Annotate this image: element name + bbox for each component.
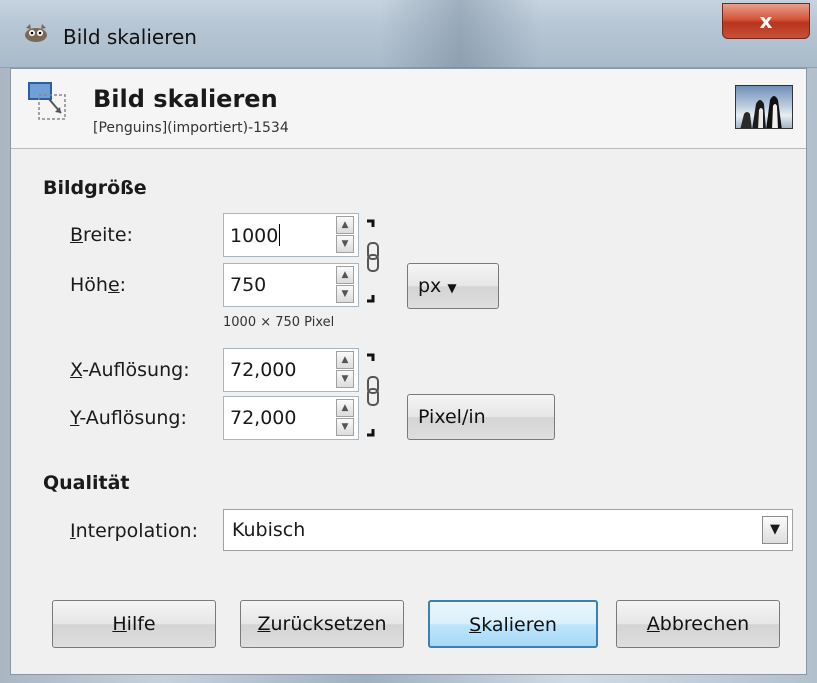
unit-combo-px[interactable]: px ▼ <box>407 263 499 309</box>
title-bar[interactable]: Bild skalieren x <box>0 0 817 68</box>
spin-up-icon[interactable]: ▲ <box>336 216 354 234</box>
gimp-wilber-icon <box>25 24 47 42</box>
help-button[interactable]: Hilfe <box>52 600 216 648</box>
resolution-unit-value: Pixel/in <box>418 406 486 428</box>
unit-value: px <box>418 275 442 297</box>
chain-link-icon[interactable] <box>363 217 385 305</box>
spin-down-icon[interactable]: ▼ <box>336 418 354 436</box>
height-label-mnemonic: e <box>107 274 120 296</box>
height-spinbutton[interactable]: 750 ▲ ▼ <box>223 263 359 307</box>
width-label: Breite: <box>70 224 133 246</box>
interpolation-label-rest: nterpolation: <box>75 520 199 542</box>
cancel-button[interactable]: Abbrechen <box>616 600 780 648</box>
spin-up-icon[interactable]: ▲ <box>336 399 354 417</box>
width-spinbutton[interactable]: 1000 ▲ ▼ <box>223 213 359 257</box>
header-subtitle: [Penguins](importiert)-1534 <box>93 120 289 136</box>
width-value-text: 1000 <box>230 225 279 247</box>
y-resolution-value[interactable]: 72,000 <box>230 407 296 429</box>
spin-down-icon[interactable]: ▼ <box>336 235 354 253</box>
interpolation-value: Kubisch <box>232 519 306 541</box>
scale-image-icon <box>28 82 66 120</box>
image-size-section-label: Bildgröße <box>43 177 147 199</box>
chevron-down-icon: ▼ <box>447 281 457 295</box>
x-resolution-spinbutton[interactable]: 72,000 ▲ ▼ <box>223 348 359 392</box>
reset-label-rest: urücksetzen <box>270 613 387 635</box>
penguins-thumbnail-image <box>740 96 782 128</box>
scale-image-dialog: Bild skalieren x Bild skalieren [Penguin… <box>0 0 817 683</box>
window-title: Bild skalieren <box>63 25 197 49</box>
cancel-mnemonic: A <box>646 613 660 635</box>
x-resolution-label: X-Auflösung: <box>70 359 190 381</box>
reset-mnemonic: Z <box>257 613 271 635</box>
y-resolution-spinbutton[interactable]: 72,000 ▲ ▼ <box>223 396 359 440</box>
x-resolution-spin-buttons: ▲ ▼ <box>336 351 356 389</box>
close-button[interactable]: x <box>722 3 810 39</box>
spin-down-icon[interactable]: ▼ <box>336 370 354 388</box>
x-resolution-mnemonic: X <box>70 359 83 381</box>
scale-label-rest: kalieren <box>481 614 557 636</box>
dialog-header: Bild skalieren [Penguins](importiert)-15… <box>11 69 806 149</box>
title-bar-glass <box>380 0 540 68</box>
dropdown-arrow-icon[interactable]: ▼ <box>762 516 788 544</box>
pixel-size-info: 1000 × 750 Pixel <box>223 315 335 330</box>
help-label-rest: ilfe <box>126 613 156 635</box>
height-value[interactable]: 750 <box>230 274 266 296</box>
height-label: Höhe: <box>70 274 126 296</box>
x-resolution-label-rest: -Auflösung: <box>82 359 190 381</box>
spin-down-icon[interactable]: ▼ <box>336 285 354 303</box>
width-label-rest: reite: <box>83 224 133 246</box>
scale-mnemonic: S <box>469 614 482 636</box>
y-resolution-label: Y-Auflösung: <box>70 407 187 429</box>
text-caret <box>279 224 281 246</box>
quality-section-label: Qualität <box>43 472 130 494</box>
scale-button[interactable]: Skalieren <box>428 600 598 648</box>
y-resolution-spin-buttons: ▲ ▼ <box>336 399 356 437</box>
y-resolution-label-rest: -Auflösung: <box>79 407 187 429</box>
height-spin-buttons: ▲ ▼ <box>336 266 356 304</box>
spin-up-icon[interactable]: ▲ <box>336 351 354 369</box>
height-label-rest: : <box>119 274 127 296</box>
y-resolution-mnemonic: Y <box>70 407 80 429</box>
reset-button[interactable]: Zurücksetzen <box>240 600 404 648</box>
width-label-mnemonic: B <box>70 224 84 246</box>
header-title: Bild skalieren <box>93 85 278 113</box>
chain-link-icon[interactable] <box>363 351 385 439</box>
x-resolution-value[interactable]: 72,000 <box>230 359 296 381</box>
interpolation-select[interactable]: Kubisch ▼ <box>223 509 793 551</box>
cancel-label-rest: bbrechen <box>659 613 750 635</box>
resolution-unit-combo[interactable]: Pixel/in <box>407 394 555 440</box>
width-value[interactable]: 1000 <box>230 224 281 247</box>
help-mnemonic: H <box>112 613 127 635</box>
spin-up-icon[interactable]: ▲ <box>336 266 354 284</box>
height-label-pre: Höh <box>70 274 108 296</box>
interpolation-label: Interpolation: <box>70 520 198 542</box>
penguins-thumbnail <box>735 85 793 129</box>
width-spin-buttons: ▲ ▼ <box>336 216 356 254</box>
dialog-client-area: Bild skalieren [Penguins](importiert)-15… <box>10 68 807 675</box>
